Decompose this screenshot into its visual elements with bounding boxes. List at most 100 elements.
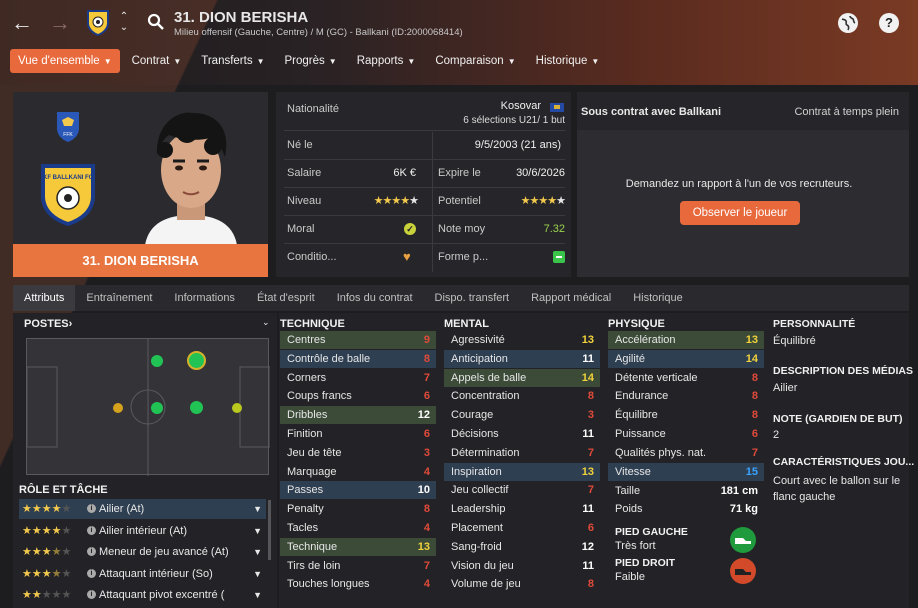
technique-attribute-row[interactable]: Technique 13 [280,537,436,556]
globe-icon[interactable] [838,13,858,33]
attribute-value: 10 [417,484,430,497]
tab-history[interactable]: Historique ▼ [528,49,608,73]
attribute-name: Leadership [451,503,506,516]
attribute-value: 11 [582,503,594,516]
attribute-value: 9 [423,334,430,346]
info-icon[interactable]: i [87,504,96,513]
mental-attribute-row[interactable]: Concentration 8 [444,387,600,405]
nationality-value[interactable]: Kosovar [501,99,541,113]
mental-attribute-row[interactable]: Volume de jeu 8 [444,575,600,593]
tab-contract[interactable]: Contrat ▼ [124,49,190,73]
positions-title[interactable]: POSTES› [24,318,72,330]
technique-attribute-row[interactable]: Marquage 4 [280,463,436,481]
technique-attribute-row[interactable]: Tacles 4 [280,519,436,537]
switch-player-chevrons-icon[interactable]: ⌃ ⌄ [117,11,131,37]
technique-attribute-row[interactable]: Penalty 8 [280,500,436,518]
mental-attribute-row[interactable]: Appels de balle 14 [444,368,600,387]
chevron-down-icon[interactable]: ▼ [253,564,262,584]
physique-attribute-row[interactable]: Endurance 8 [608,387,764,405]
technique-attribute-row[interactable]: Dribbles 12 [280,406,436,425]
role-item[interactable]: ★★★★★ i Attaquant intérieur (So) ▼ [19,564,266,584]
technique-attribute-row[interactable]: Touches longues 4 [280,575,436,593]
technique-attribute-row[interactable]: Tirs de loin 7 [280,557,436,575]
role-item[interactable]: ★★★★★ i Attaquant pivot excentré (▼ [19,585,266,605]
form-icon [553,251,565,263]
physique-attribute-row[interactable]: Puissance 6 [608,425,764,443]
technique-attribute-row[interactable]: Corners 7 [280,369,436,387]
left-boot-icon [730,527,756,553]
tab-reports[interactable]: Rapports ▼ [349,49,424,73]
avg-rating-label: Note moy [438,223,486,235]
info-icon[interactable]: i [87,568,96,578]
role-item[interactable]: ★★★★★ i Ailier intérieur (At) ▼ [19,521,266,541]
attribute-name: Agressivité [451,334,505,346]
subtab-mental-state[interactable]: État d'esprit [246,285,326,311]
back-button[interactable]: ← [10,12,34,36]
role-item[interactable]: ★★★★★ i Meneur de jeu avancé (At) ▼ [19,542,266,562]
subtab-history[interactable]: Historique [622,285,694,311]
subtab-contract-info[interactable]: Infos du contrat [326,285,424,311]
attribute-name: Coups francs [287,390,352,403]
player-subtitle: Milieu offensif (Gauche, Centre) / M (GC… [174,27,463,38]
tab-progress[interactable]: Progrès ▼ [277,49,345,73]
mental-attribute-row[interactable]: Inspiration 13 [444,462,600,481]
attribute-value: 8 [751,409,758,422]
physique-attribute-row[interactable]: Équilibre 8 [608,406,764,424]
technique-attribute-row[interactable]: Passes 10 [280,481,436,500]
mental-attribute-row[interactable]: Agressivité 13 [444,331,600,349]
physique-attribute-row[interactable]: Vitesse 15 [608,462,764,481]
tab-transfers[interactable]: Transferts ▼ [193,49,272,73]
attribute-name: Équilibre [615,409,658,422]
mental-attribute-row[interactable]: Placement 6 [444,519,600,537]
personality-value: Équilibré [773,335,816,347]
positions-dropdown-icon[interactable]: ⌄ [262,317,270,328]
forward-button[interactable]: → [48,12,72,36]
technique-attribute-row[interactable]: Coups francs 6 [280,387,436,405]
physique-attribute-row[interactable]: Agilité 14 [608,349,764,368]
chevron-down-icon[interactable]: ▼ [253,499,262,519]
technique-attribute-row[interactable]: Centres 9 [280,331,436,349]
info-icon[interactable]: i [87,525,96,535]
role-stars: ★★★★★ [22,503,72,515]
chevron-down-icon[interactable]: ▼ [253,585,262,605]
physique-attribute-row[interactable]: Qualités phys. nat. 7 [608,444,764,462]
scout-player-button[interactable]: Observer le joueur [680,201,800,225]
kosovo-flag-icon [550,103,564,112]
attribute-name: Vitesse [615,465,651,478]
search-icon[interactable] [147,13,165,31]
attribute-value: 3 [587,409,594,422]
info-icon[interactable]: i [87,590,96,599]
chevron-down-icon[interactable]: ▼ [253,542,262,562]
role-item[interactable]: ★★★★★ i Ailier (At) ▼ [19,499,266,519]
mental-attribute-row[interactable]: Leadership 11 [444,500,600,518]
chevron-down-icon[interactable]: ▼ [253,521,262,541]
salary-value: 6K € [393,167,416,179]
mental-attribute-row[interactable]: Décisions 11 [444,425,600,443]
attribute-value: 4 [423,578,430,591]
mental-attribute-row[interactable]: Sang-froid 12 [444,538,600,556]
position-dot-amc [151,355,163,367]
subtab-transfer-status[interactable]: Dispo. transfert [424,285,521,311]
subtab-attributes[interactable]: Attributs [13,285,76,311]
physique-attribute-row[interactable]: Accélération 13 [608,331,764,349]
subtab-training[interactable]: Entraînement [75,285,163,311]
info-icon[interactable]: i [87,547,96,556]
technique-attribute-row[interactable]: Jeu de tête 3 [280,444,436,462]
attribute-name: Centres [287,334,326,346]
mental-attribute-row[interactable]: Détermination 7 [444,444,600,462]
subtab-information[interactable]: Informations [163,285,246,311]
help-button[interactable]: ? [879,13,899,33]
attribute-value: 8 [587,390,594,403]
subtab-medical[interactable]: Rapport médical [520,285,622,311]
physique-attribute-row[interactable]: Détente verticale 8 [608,369,764,387]
technique-attribute-row[interactable]: Finition 6 [280,425,436,443]
mental-attribute-row[interactable]: Jeu collectif 7 [444,481,600,499]
mental-attribute-row[interactable]: Anticipation 11 [444,349,600,368]
tab-comparison[interactable]: Comparaison ▼ [427,49,523,73]
mental-attribute-row[interactable]: Vision du jeu 11 [444,557,600,575]
tab-overview[interactable]: Vue d'ensemble ▼ [10,49,120,73]
club-badge-icon[interactable] [86,9,110,37]
roles-scrollbar[interactable] [268,500,271,560]
mental-attribute-row[interactable]: Courage 3 [444,406,600,424]
technique-attribute-row[interactable]: Contrôle de balle 8 [280,349,436,368]
